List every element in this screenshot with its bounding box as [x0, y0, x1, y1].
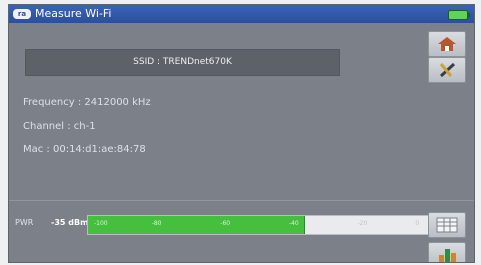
app-window: ra Measure Wi-Fi SSID : TRENDnet670K Fre…: [8, 4, 475, 263]
separator-line: [9, 200, 474, 201]
tools-icon: [439, 62, 456, 78]
frequency-label: Frequency : 2412000 kHz: [23, 97, 151, 108]
mac-address-label: Mac : 00:14:d1:ae:84:78: [23, 144, 146, 155]
grid-icon: [436, 217, 458, 233]
power-meter-fill: [88, 216, 306, 234]
home-button[interactable]: [428, 31, 466, 57]
measurement-table-button[interactable]: [428, 212, 466, 238]
app-logo-icon: ra: [13, 9, 31, 19]
chart-button[interactable]: [428, 242, 466, 262]
power-meter: -100 -80 -60 -40 -20 0: [87, 215, 432, 235]
ssid-field[interactable]: SSID : TRENDnet670K: [25, 49, 340, 76]
tools-button[interactable]: [428, 57, 466, 83]
power-value: -35 dBm: [51, 218, 89, 227]
home-icon: [438, 37, 456, 51]
power-tick: -100: [94, 220, 108, 227]
power-label: PWR: [15, 218, 34, 227]
power-tick: -60: [220, 220, 231, 227]
battery-icon: [448, 10, 470, 20]
title-bar: ra Measure Wi-Fi: [9, 5, 474, 23]
power-tick: 0: [415, 220, 420, 227]
power-tick: -80: [151, 220, 162, 227]
window-title: Measure Wi-Fi: [35, 7, 112, 20]
power-tick: -40: [288, 220, 299, 227]
channel-label: Channel : ch-1: [23, 121, 96, 132]
bar-chart-icon: [439, 249, 456, 262]
power-tick: -20: [357, 220, 368, 227]
